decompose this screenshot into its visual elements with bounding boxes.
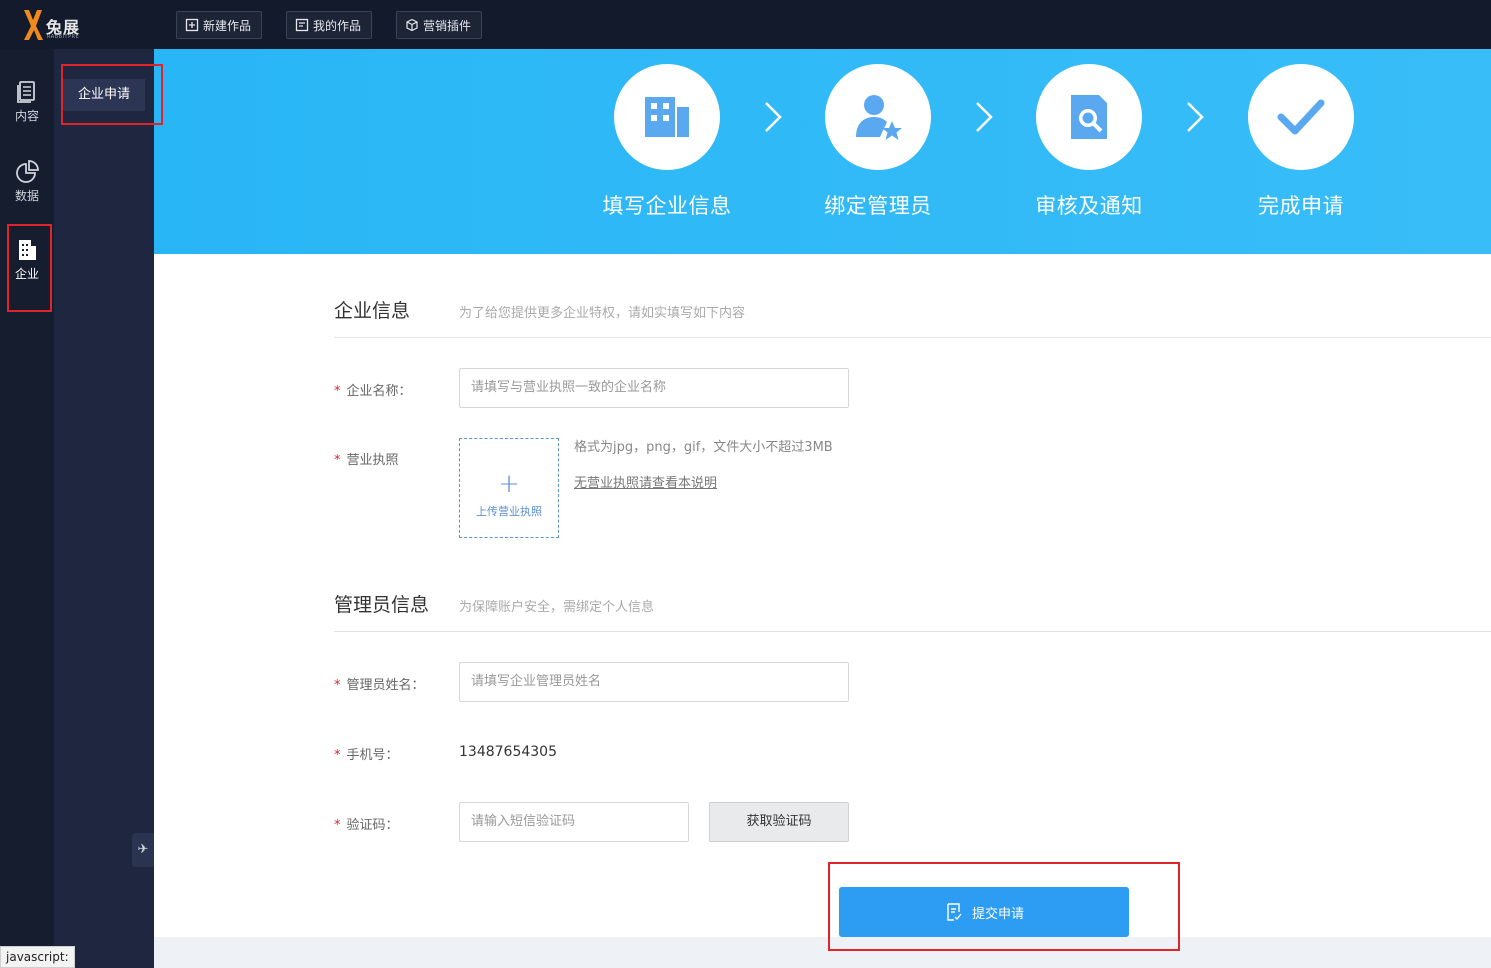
progress-banner: 填写企业信息 绑定管理员 审核及通知 完成申请 [154, 49, 1491, 254]
building-icon [645, 97, 689, 137]
pie-chart-icon [16, 160, 39, 183]
step-label: 完成申请 [1258, 194, 1344, 218]
admin-section-title: 管理员信息 [334, 594, 430, 616]
highlight-box [828, 862, 1180, 951]
main-content: 填写企业信息 绑定管理员 审核及通知 完成申请 企业信息 为了给您提供更多企业特… [154, 49, 1491, 968]
company-section-hint: 为了给您提供更多企业特权，请如实填写如下内容 [459, 306, 746, 321]
code-label: * 验证码： [334, 818, 399, 833]
cube-icon [406, 18, 418, 32]
brand-logo[interactable]: 兔展 RABBITPRE [18, 6, 88, 44]
upload-license-button[interactable]: + 上传营业执照 [459, 438, 559, 538]
upload-format-hint: 格式为jpg，png，gif，文件大小不超过3MB [574, 440, 833, 455]
new-work-button[interactable]: 新建作品 [176, 11, 262, 39]
nav-data[interactable]: 数据 [0, 159, 54, 219]
chevron-right-icon [976, 102, 993, 132]
step-fill-info: 填写企业信息 [592, 64, 742, 220]
nav-content[interactable]: 内容 [0, 79, 54, 139]
user-star-icon [856, 95, 902, 140]
highlight-box [61, 64, 163, 125]
divider [334, 337, 1491, 338]
plus-square-icon [185, 18, 199, 32]
brand-sub: RABBITPRE [47, 34, 80, 40]
upload-license-label: 上传营业执照 [476, 505, 542, 518]
no-license-link[interactable]: 无营业执照请查看本说明 [574, 472, 717, 491]
company-section-title: 企业信息 [334, 300, 411, 322]
step-label: 审核及通知 [1035, 194, 1143, 218]
my-works-button[interactable]: 我的作品 [286, 11, 372, 39]
nav-content-label: 内容 [14, 109, 39, 123]
new-work-label: 新建作品 [203, 18, 252, 33]
step-complete: 完成申请 [1226, 64, 1376, 220]
marketing-plugins-label: 营销插件 [423, 18, 472, 33]
step-label: 填写企业信息 [602, 194, 732, 218]
admin-section-hint: 为保障账户安全，需绑定个人信息 [459, 600, 655, 615]
top-bar: 兔展 RABBITPRE 新建作品 我的作品 营销插件 [0, 0, 1491, 49]
company-name-input[interactable]: 请填写与营业执照一致的企业名称 [459, 368, 849, 408]
left-sidebar: 内容 数据 企业 [0, 49, 54, 968]
marketing-plugins-button[interactable]: 营销插件 [396, 11, 482, 39]
phone-label: * 手机号： [334, 748, 399, 763]
bottom-strip [154, 937, 1491, 968]
plus-icon: + [498, 469, 520, 499]
step-label: 绑定管理员 [824, 194, 932, 218]
pages-icon [17, 81, 35, 103]
get-code-button[interactable]: 获取验证码 [709, 802, 849, 842]
chevron-right-icon [765, 102, 782, 132]
admin-name-label: * 管理员姓名： [334, 678, 425, 693]
license-label: * 营业执照 [334, 453, 399, 468]
verification-code-input[interactable]: 请输入短信验证码 [459, 802, 689, 842]
company-name-label: * 企业名称： [334, 384, 412, 399]
my-works-label: 我的作品 [313, 18, 362, 33]
chevron-right-icon [1187, 102, 1204, 132]
step-bind-admin: 绑定管理员 [803, 64, 953, 220]
divider [334, 631, 1491, 632]
nav-data-label: 数据 [14, 189, 39, 203]
highlight-box [7, 224, 52, 312]
sub-sidebar: 企业申请 [54, 49, 154, 968]
document-icon [295, 18, 309, 32]
pin-icon[interactable]: ✈ [132, 833, 154, 867]
phone-value: 13487654305 [459, 744, 557, 760]
step-review: 审核及通知 [1014, 64, 1164, 220]
status-bar: javascript: [0, 946, 75, 968]
admin-name-input[interactable]: 请填写企业管理员姓名 [459, 662, 849, 702]
document-search-icon [1071, 95, 1107, 139]
rabbit-logo-icon [24, 10, 43, 40]
checkmark-icon [1277, 99, 1325, 135]
